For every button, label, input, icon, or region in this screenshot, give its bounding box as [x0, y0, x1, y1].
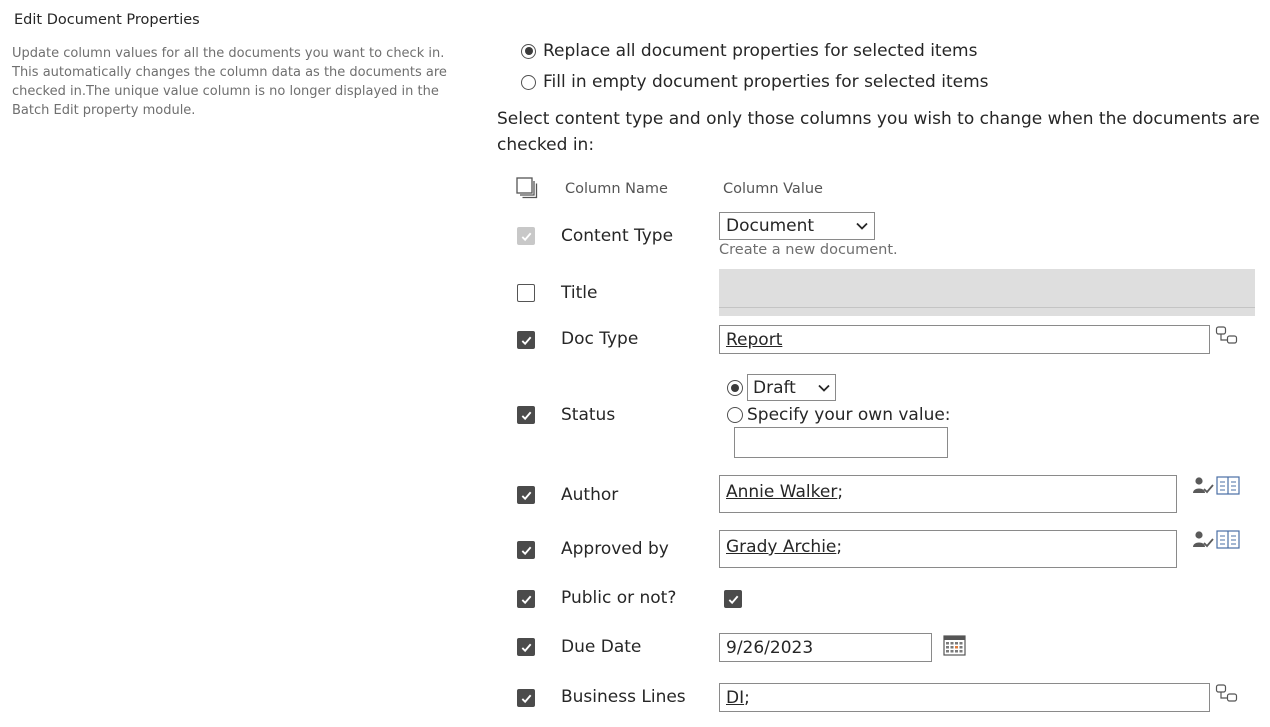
- calendar-icon[interactable]: [943, 634, 966, 657]
- status-own-value-label: Specify your own value:: [747, 405, 951, 425]
- content-type-select[interactable]: Document: [719, 212, 875, 240]
- content-type-value: Document: [726, 216, 815, 236]
- business-lines-label: Business Lines: [561, 687, 686, 707]
- replace-all-option[interactable]: Replace all document properties for sele…: [521, 40, 977, 62]
- status-own-value-option[interactable]: Specify your own value:: [727, 405, 951, 425]
- status-own-value-input[interactable]: [734, 427, 948, 458]
- status-label: Status: [561, 405, 616, 425]
- due-date-field[interactable]: 9/26/2023: [719, 633, 932, 662]
- status-choice-option[interactable]: Draft: [727, 374, 836, 401]
- content-type-label: Content Type: [561, 226, 674, 246]
- fill-empty-label: Fill in empty document properties for se…: [543, 72, 989, 92]
- column-name-header: Column Name: [565, 181, 668, 197]
- chevron-down-icon: [818, 384, 830, 392]
- status-checkbox[interactable]: [517, 406, 535, 424]
- author-field[interactable]: Annie Walker;: [719, 475, 1177, 513]
- status-value: Draft: [753, 377, 796, 398]
- approved-by-label: Approved by: [561, 539, 669, 559]
- business-lines-value: DI: [726, 687, 745, 708]
- title-checkbox[interactable]: [517, 284, 535, 302]
- status-own-value-radio[interactable]: [727, 407, 743, 423]
- due-date-label: Due Date: [561, 637, 642, 657]
- doc-type-label: Doc Type: [561, 329, 639, 349]
- public-checkbox[interactable]: [517, 590, 535, 608]
- chevron-down-icon: [856, 222, 868, 230]
- term-browse-icon[interactable]: [1215, 683, 1239, 705]
- column-value-header: Column Value: [723, 181, 823, 197]
- title-label: Title: [561, 283, 598, 303]
- doc-type-value: Report: [726, 329, 783, 350]
- select-all-icon[interactable]: [515, 176, 539, 200]
- content-type-checkbox: [517, 227, 535, 245]
- title-field-disabled: [719, 269, 1255, 316]
- section-description: Update column values for all the documen…: [12, 46, 447, 118]
- approved-by-value: Grady Archie: [726, 537, 837, 557]
- fill-empty-option[interactable]: Fill in empty document properties for se…: [521, 71, 989, 93]
- status-choice-radio[interactable]: [727, 379, 743, 396]
- section-title: Edit Document Properties: [14, 12, 200, 28]
- author-label: Author: [561, 485, 619, 505]
- address-book-icon[interactable]: [1216, 476, 1240, 496]
- approved-by-checkbox[interactable]: [517, 541, 535, 559]
- check-names-icon[interactable]: [1192, 529, 1214, 551]
- replace-all-label: Replace all document properties for sele…: [543, 41, 978, 61]
- public-label: Public or not?: [561, 588, 677, 608]
- status-select[interactable]: Draft: [747, 374, 836, 401]
- author-value: Annie Walker: [726, 482, 838, 502]
- doc-type-checkbox[interactable]: [517, 331, 535, 349]
- author-checkbox[interactable]: [517, 486, 535, 504]
- doc-type-field[interactable]: Report: [719, 325, 1210, 354]
- fill-empty-radio[interactable]: [521, 74, 536, 90]
- business-lines-field[interactable]: DI;: [719, 683, 1210, 712]
- public-value-checkbox[interactable]: [724, 590, 742, 608]
- due-date-checkbox[interactable]: [517, 638, 535, 656]
- intro-text: Select content type and only those colum…: [497, 109, 1260, 155]
- replace-all-radio[interactable]: [521, 43, 536, 59]
- due-date-value: 9/26/2023: [726, 637, 814, 658]
- address-book-icon[interactable]: [1216, 530, 1240, 550]
- approved-by-field[interactable]: Grady Archie;: [719, 530, 1177, 568]
- content-type-hint: Create a new document.: [719, 242, 898, 258]
- check-names-icon[interactable]: [1192, 475, 1214, 497]
- term-browse-icon[interactable]: [1215, 325, 1239, 347]
- business-lines-checkbox[interactable]: [517, 689, 535, 707]
